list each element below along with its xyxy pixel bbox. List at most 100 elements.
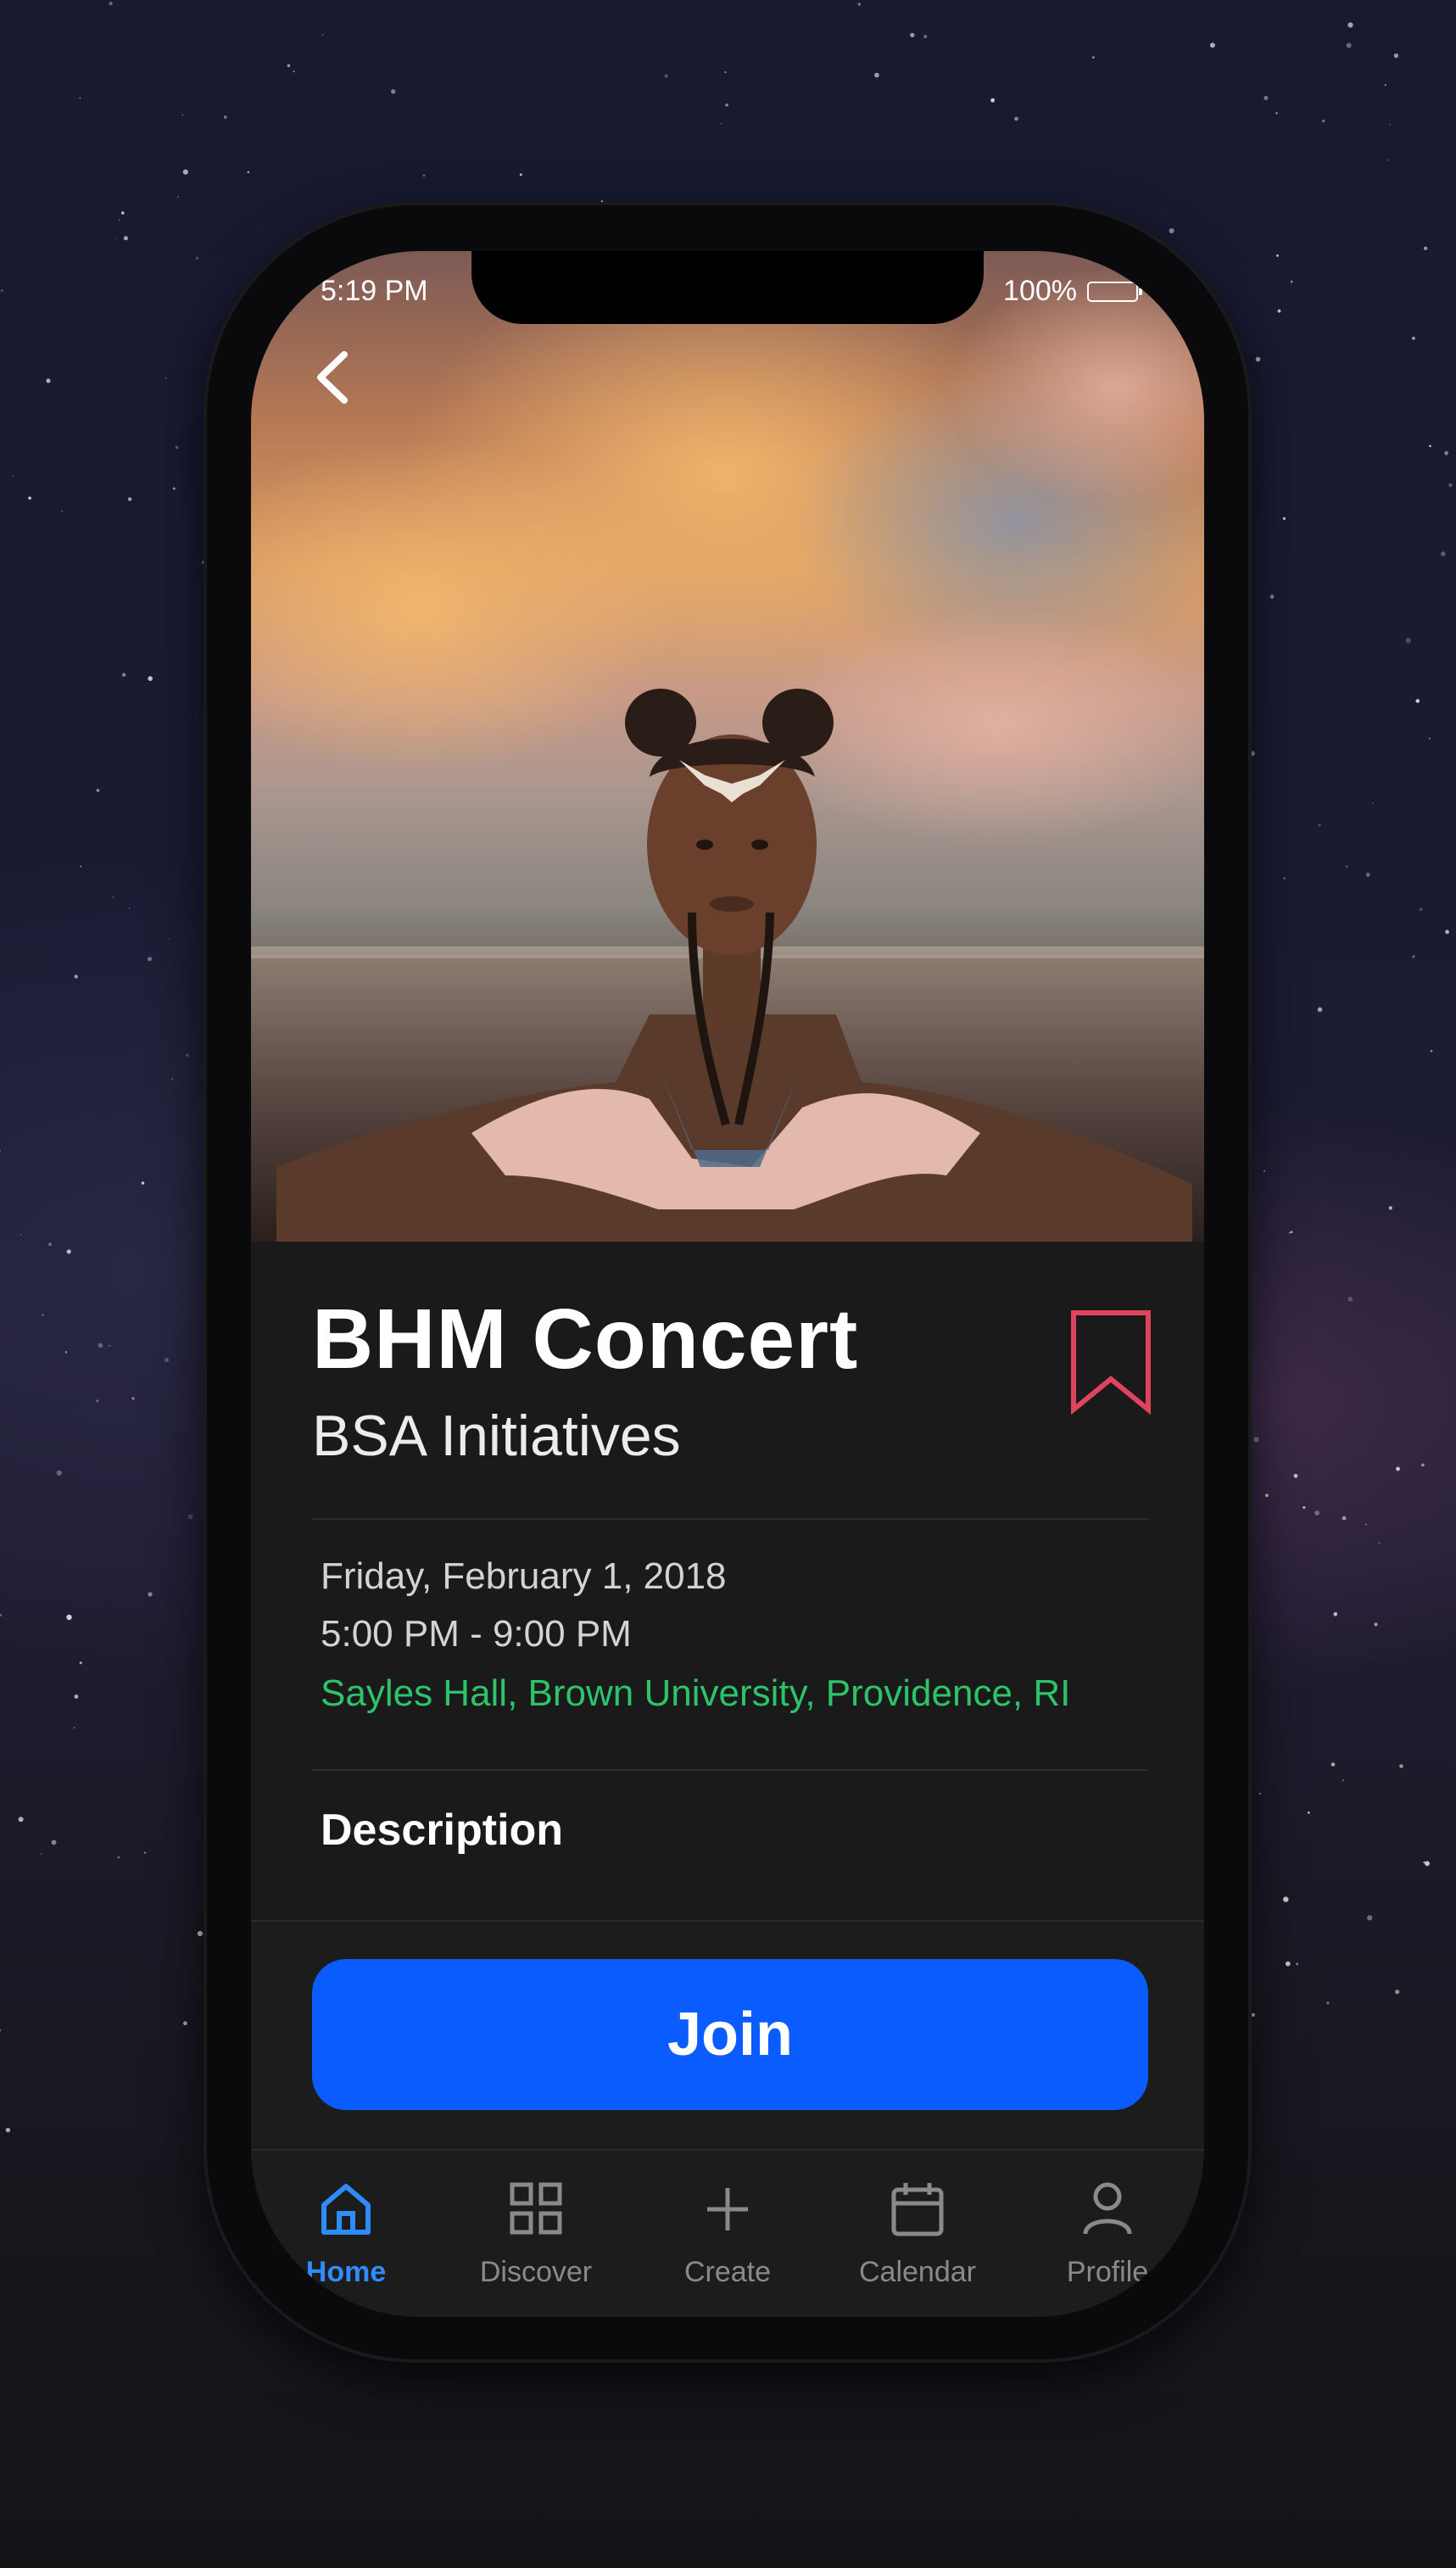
bookmark-button[interactable] [1070,1309,1152,1415]
star [1277,309,1281,313]
star [0,289,3,293]
star [165,1358,170,1363]
star [1318,823,1321,827]
tab-create[interactable]: Create [633,2151,823,2317]
star [1275,112,1278,114]
star [1258,1792,1262,1795]
star [117,1856,120,1859]
star [18,1817,24,1823]
back-button[interactable] [307,346,361,409]
star [1283,877,1286,879]
star [1423,1861,1425,1864]
star [1445,930,1449,935]
star [1342,1779,1344,1782]
star [1388,1206,1392,1210]
star [74,1694,79,1699]
star [1264,1170,1265,1172]
tab-profile[interactable]: Profile [1013,2151,1202,2317]
star [519,173,522,176]
star [910,32,915,38]
tab-home[interactable]: Home [251,2151,441,2317]
event-organizer: BSA Initiatives [312,1404,681,1468]
star [1347,22,1353,28]
star [118,219,120,221]
star [1389,124,1392,126]
star [61,510,64,512]
star [20,1234,22,1236]
star [1303,1505,1306,1510]
star [721,123,722,125]
star [143,1851,147,1854]
star [1444,451,1448,455]
star [66,1614,72,1621]
star [172,487,176,490]
star [40,1852,42,1855]
star [197,1930,203,1936]
star [1365,1523,1367,1526]
person-icon [1083,2182,1132,2235]
star [391,89,396,94]
tab-discover[interactable]: Discover [441,2151,631,2317]
star [0,1150,1,1152]
star [1282,516,1286,521]
star [1014,116,1018,121]
star [79,1661,82,1665]
chevron-left-icon [317,351,348,404]
star [1293,1473,1298,1478]
star [1384,84,1386,87]
star [0,1613,3,1616]
star [725,103,728,107]
star [1365,873,1370,877]
star [1276,254,1279,257]
star [96,789,100,792]
star [1283,1896,1289,1902]
star [109,1,113,6]
star [1291,281,1293,283]
star [1322,120,1325,123]
star [1415,699,1420,703]
calendar-icon [891,2183,944,2236]
star [1285,1961,1291,1967]
divider [312,1769,1148,1771]
star [1251,2013,1255,2017]
divider [312,1518,1148,1520]
star [1333,1612,1338,1616]
star [1265,1493,1269,1498]
star [1419,907,1423,912]
star [1423,246,1428,250]
star [80,865,82,868]
tab-calendar[interactable]: Calendar [823,2151,1013,2317]
phone-screen: 5:19 PM 100% BHM Concert BSA Initiatives… [251,251,1204,2317]
star [121,673,126,677]
star [1430,1050,1433,1052]
star [1326,2001,1330,2005]
star [165,377,167,380]
description-heading: Description [321,1806,564,1855]
star [48,1242,53,1247]
event-location-link[interactable]: Sayles Hall, Brown University, Providenc… [321,1672,1070,1715]
star [1374,1622,1378,1627]
home-icon [321,2184,371,2235]
star [1421,1463,1425,1467]
bottom-tab-bar: Home Discover Create Calendar Profile [251,2149,1204,2317]
status-time: 5:19 PM [321,275,428,307]
star [12,475,14,477]
star [1395,1990,1400,1995]
star [167,938,170,940]
join-button[interactable]: Join [312,1959,1148,2110]
star [171,1078,173,1080]
star [74,974,78,979]
star [186,1053,189,1058]
star [1412,337,1415,340]
star [1296,1962,1299,1966]
star [128,907,131,910]
star [195,256,199,260]
star [1269,595,1275,599]
tab-label: Create [683,2256,772,2288]
star [1399,1764,1403,1768]
event-time: 5:00 PM - 9:00 PM [321,1613,632,1655]
star [1307,1811,1310,1814]
star [121,211,125,215]
star [1393,53,1398,59]
tab-label: Profile [1066,2256,1149,2288]
